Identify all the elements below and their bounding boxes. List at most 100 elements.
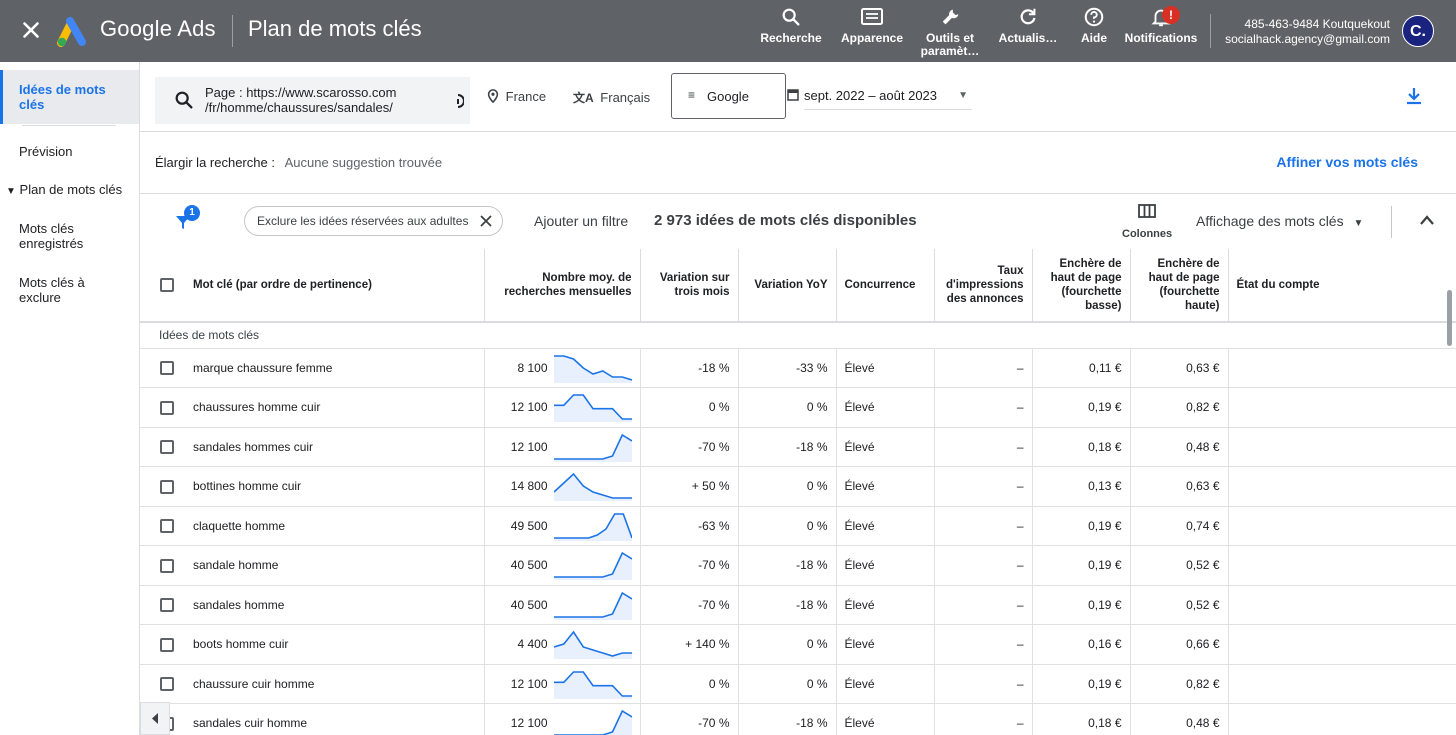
keyword-cell: boots homme cuir bbox=[184, 624, 485, 665]
tool-label: Notifications bbox=[1124, 31, 1198, 45]
table-row[interactable]: bottines homme cuir 14 800 + 50 % 0 % Élevé –… bbox=[140, 466, 1456, 507]
volume-cell: 8 100 bbox=[484, 348, 641, 388]
refresh-icon bbox=[1020, 8, 1036, 25]
bid-high-cell: 0,66 € bbox=[1130, 624, 1229, 665]
table-row[interactable]: sandale homme 40 500 -70 % -18 % Élevé –0,19 … bbox=[140, 545, 1456, 586]
wrench-icon bbox=[942, 9, 959, 25]
row-checkbox[interactable] bbox=[160, 400, 174, 415]
row-checkbox[interactable] bbox=[160, 361, 174, 376]
row-checkbox[interactable] bbox=[160, 598, 174, 613]
table-header-row: Mot clé (par ordre de pertinence) Nombre… bbox=[140, 249, 1456, 322]
filter-button[interactable]: 1 bbox=[172, 205, 202, 235]
row-checkbox[interactable] bbox=[160, 637, 174, 652]
broaden-search: Élargir la recherche : Aucune suggestion… bbox=[155, 155, 442, 170]
table-row[interactable]: chaussure cuir homme 12 100 0 % 0 % Élevé –0,… bbox=[140, 664, 1456, 704]
row-select-cell bbox=[140, 427, 184, 467]
bid-high-cell: 0,82 € bbox=[1130, 664, 1229, 704]
search-page-field[interactable]: Page : https://www.scarosso.com /fr/homm… bbox=[155, 77, 470, 124]
bid-low-cell: 0,19 € bbox=[1032, 585, 1131, 625]
header-keyword[interactable]: Mot clé (par ordre de pertinence) bbox=[184, 249, 485, 322]
google-ads-logo-icon bbox=[57, 17, 86, 47]
header-bid-low[interactable]: Enchère de haut de page (fourchette bass… bbox=[1032, 249, 1131, 322]
date-range-label: sept. 2022 – août 2023 bbox=[804, 88, 938, 103]
help-button[interactable]: Aide bbox=[1076, 6, 1112, 45]
divider bbox=[140, 131, 1456, 132]
row-select-cell bbox=[140, 545, 184, 586]
vertical-scrollbar[interactable] bbox=[1447, 290, 1452, 346]
table-row[interactable]: chaussures homme cuir 12 100 0 % 0 % Élevé –0… bbox=[140, 387, 1456, 428]
close-icon[interactable] bbox=[479, 214, 493, 228]
row-checkbox[interactable] bbox=[160, 479, 174, 494]
sidebar-item-label: Mots clés à exclure bbox=[19, 275, 85, 305]
sidebar-item-keyword-ideas[interactable]: Idées de mots clés bbox=[0, 70, 139, 124]
volume-value: 12 100 bbox=[510, 400, 548, 415]
tools-settings-button[interactable]: Outils et paramèt… bbox=[920, 6, 982, 58]
avatar[interactable]: C. bbox=[1402, 15, 1434, 47]
sidebar-item-forecast[interactable]: Prévision bbox=[0, 144, 139, 159]
collapse-chevron-icon[interactable] bbox=[1419, 214, 1435, 226]
table-row[interactable]: sandales cuir homme 12 100 -70 % -18 % Élevé… bbox=[140, 703, 1456, 735]
row-checkbox[interactable] bbox=[160, 558, 174, 573]
sidebar-item-label: Plan de mots clés bbox=[19, 182, 123, 197]
keyword-view-selector[interactable]: Affichage des mots clés ▼ bbox=[1196, 213, 1363, 229]
info-icon[interactable] bbox=[452, 94, 464, 108]
sidebar-item-label: Prévision bbox=[19, 144, 73, 159]
impression-share-cell: – bbox=[934, 585, 1033, 625]
group-label: Idées de mots clés bbox=[140, 322, 1456, 349]
table-row[interactable]: sandales hommes cuir 12 100 -70 % -18 % Élev… bbox=[140, 427, 1456, 467]
notifications-button[interactable]: Notifications ! bbox=[1124, 6, 1198, 45]
header-three-month[interactable]: Variation sur trois mois bbox=[640, 249, 739, 322]
header-account-status[interactable]: État du compte bbox=[1228, 249, 1456, 322]
location-filter[interactable]: France bbox=[487, 89, 546, 104]
header-yoy[interactable]: Variation YoY bbox=[738, 249, 837, 322]
header-bid-high[interactable]: Enchère de haut de page (fourchette haut… bbox=[1130, 249, 1229, 322]
volume-value: 12 100 bbox=[510, 676, 548, 691]
table-row[interactable]: claquette homme 49 500 -63 % 0 % Élevé –0,19 … bbox=[140, 506, 1456, 546]
competition-cell: Élevé bbox=[836, 348, 935, 388]
date-range-selector[interactable]: sept. 2022 – août 2023 ▼ bbox=[787, 88, 972, 110]
three-month-cell: -18 % bbox=[640, 348, 739, 388]
table-row[interactable]: sandales homme 40 500 -70 % -18 % Élevé –0,19… bbox=[140, 585, 1456, 625]
header-competition[interactable]: Concurrence bbox=[836, 249, 935, 322]
table-row[interactable]: boots homme cuir 4 400 + 140 % 0 % Élevé –0,1… bbox=[140, 624, 1456, 665]
row-checkbox[interactable] bbox=[160, 440, 174, 455]
close-icon[interactable] bbox=[18, 17, 44, 43]
header-volume[interactable]: Nombre moy. de recherches mensuelles bbox=[484, 249, 641, 322]
competition-cell: Élevé bbox=[836, 624, 935, 665]
impression-share-cell: – bbox=[934, 545, 1033, 586]
scroll-left-button[interactable] bbox=[140, 702, 170, 735]
brand-divider bbox=[232, 15, 233, 47]
account-status-cell bbox=[1228, 387, 1456, 428]
competition-cell: Élevé bbox=[836, 703, 935, 735]
group-row: Idées de mots clés bbox=[140, 322, 1456, 349]
sidebar-item-keyword-plan[interactable]: ▼ Plan de mots clés bbox=[0, 182, 139, 199]
download-icon[interactable] bbox=[1404, 86, 1424, 106]
language-filter[interactable]: 文A Français bbox=[573, 89, 650, 106]
broaden-label: Élargir la recherche : bbox=[155, 155, 275, 170]
row-checkbox[interactable] bbox=[160, 519, 174, 534]
keyword-cell: claquette homme bbox=[184, 506, 485, 546]
adult-ideas-filter-chip[interactable]: Exclure les idées réservées aux adultes bbox=[244, 206, 504, 236]
select-all-checkbox[interactable] bbox=[160, 277, 174, 292]
sidebar-item-saved-keywords[interactable]: Mots clés enregistrés bbox=[0, 221, 139, 251]
sidebar-item-negative-keywords[interactable]: Mots clés à exclure bbox=[0, 275, 139, 305]
search-tool-button[interactable]: Recherche bbox=[760, 6, 822, 45]
refresh-button[interactable]: Actualis… bbox=[998, 6, 1058, 45]
row-select-cell bbox=[140, 624, 184, 665]
table-row[interactable]: marque chaussure femme 8 100 -18 % -33 % Éle… bbox=[140, 348, 1456, 388]
account-info[interactable]: 485-463-9484 Koutquekout socialhack.agen… bbox=[1225, 17, 1390, 47]
refine-keywords-button[interactable]: Affiner vos mots clés bbox=[1276, 154, 1418, 170]
trend-sparkline bbox=[553, 670, 632, 699]
calendar-icon bbox=[787, 88, 799, 104]
volume-cell: 40 500 bbox=[484, 545, 641, 586]
appearance-tool-button[interactable]: Apparence bbox=[838, 6, 906, 45]
trend-sparkline bbox=[553, 630, 632, 660]
network-filter-button[interactable]: ≡ Google bbox=[671, 73, 786, 119]
columns-button[interactable]: Colonnes bbox=[1122, 204, 1172, 240]
yoy-cell: 0 % bbox=[738, 506, 837, 546]
notification-badge: ! bbox=[1162, 6, 1180, 24]
header-impression-share[interactable]: Taux d'impressions des annonces bbox=[934, 249, 1033, 322]
view-label: Affichage des mots clés bbox=[1196, 213, 1344, 229]
row-checkbox[interactable] bbox=[160, 677, 174, 692]
add-filter-button[interactable]: Ajouter un filtre bbox=[534, 213, 628, 229]
